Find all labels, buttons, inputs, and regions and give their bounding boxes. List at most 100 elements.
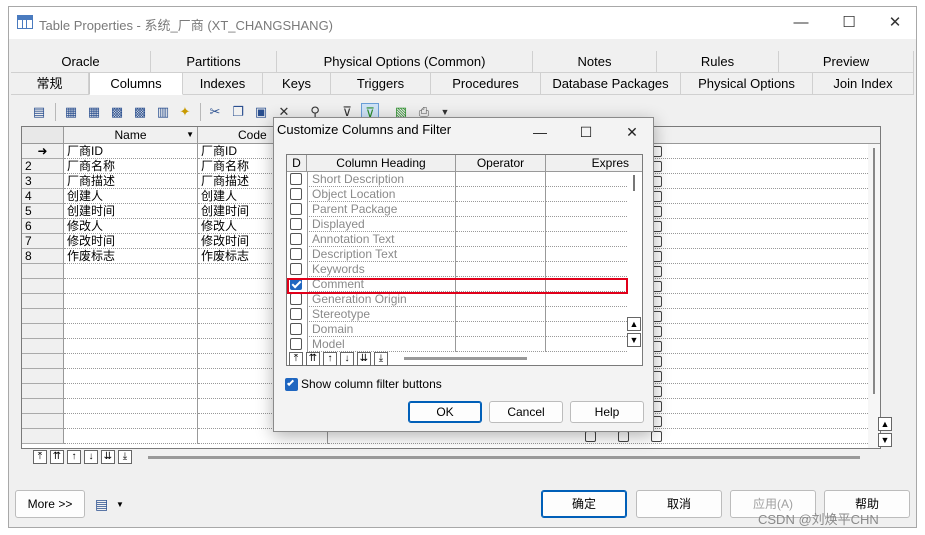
more-button[interactable]: More >> <box>15 490 85 518</box>
cell-name[interactable] <box>64 369 198 384</box>
maximize-button[interactable]: ☐ <box>829 11 869 35</box>
filter-row[interactable]: Stereotype <box>287 307 627 322</box>
dialog-scroll-down-button[interactable]: ▼ <box>627 333 641 347</box>
filter-row[interactable]: Object Location <box>287 187 627 202</box>
close-button[interactable]: ✕ <box>875 11 915 35</box>
expression-cell[interactable] <box>546 337 627 352</box>
add-row-icon[interactable]: ▦ <box>85 103 103 121</box>
operator-cell[interactable] <box>456 337 546 352</box>
cell-name[interactable]: 创建人 <box>64 189 198 204</box>
dialog-move-page-down-button[interactable]: ⇊ <box>357 352 371 366</box>
tab-keys[interactable]: Keys <box>263 73 331 95</box>
tab-join-index[interactable]: Join Index <box>813 73 914 95</box>
replace-icon[interactable]: ▩ <box>131 103 149 121</box>
move-down-button[interactable]: ↓ <box>84 450 98 464</box>
header-column-heading[interactable]: Column Heading <box>307 155 456 172</box>
row-number[interactable] <box>22 309 64 324</box>
row-number[interactable]: 5 <box>22 204 64 219</box>
row-number[interactable] <box>22 279 64 294</box>
dialog-scroll-thumb[interactable] <box>633 175 635 191</box>
minimize-button[interactable]: — <box>781 11 821 35</box>
row-number[interactable] <box>22 384 64 399</box>
display-checkbox[interactable] <box>290 173 302 185</box>
add-attributes-icon[interactable]: ▩ <box>108 103 126 121</box>
operator-cell[interactable] <box>456 322 546 337</box>
row-number[interactable] <box>22 399 64 414</box>
expression-cell[interactable] <box>546 307 627 322</box>
dialog-move-bottom-button[interactable]: ⤓ <box>374 352 388 366</box>
cell-name[interactable] <box>64 339 198 354</box>
header-operator[interactable]: Operator <box>456 155 546 172</box>
tab-database-packages[interactable]: Database Packages <box>541 73 681 95</box>
operator-cell[interactable] <box>456 187 546 202</box>
tab-triggers[interactable]: Triggers <box>331 73 431 95</box>
expression-cell[interactable] <box>546 172 627 187</box>
row-number[interactable] <box>22 414 64 429</box>
cell-name[interactable] <box>64 294 198 309</box>
tab-indexes[interactable]: Indexes <box>183 73 263 95</box>
operator-cell[interactable] <box>456 232 546 247</box>
move-bottom-button[interactable]: ⤓ <box>118 450 132 464</box>
new-object-icon[interactable]: ✦ <box>176 103 194 121</box>
row-number[interactable] <box>22 354 64 369</box>
cell-name[interactable] <box>64 429 198 444</box>
cell-name[interactable] <box>64 324 198 339</box>
tab-preview[interactable]: Preview <box>779 51 914 73</box>
move-up-button[interactable]: ↑ <box>67 450 81 464</box>
menu-chevron-icon[interactable]: ▼ <box>116 500 124 509</box>
operator-cell[interactable] <box>456 307 546 322</box>
row-checkbox[interactable] <box>585 431 596 442</box>
properties-icon[interactable]: ▤ <box>30 103 48 121</box>
cell-name[interactable]: 修改人 <box>64 219 198 234</box>
paste-icon[interactable]: ▣ <box>252 103 270 121</box>
menu-icon[interactable]: ▤ <box>95 496 108 513</box>
horizontal-scrollbar[interactable] <box>148 456 860 459</box>
filter-row[interactable]: Description Text <box>287 247 627 262</box>
filter-row[interactable]: Parent Package <box>287 202 627 217</box>
display-checkbox[interactable] <box>290 263 302 275</box>
cell-name[interactable] <box>64 264 198 279</box>
expression-cell[interactable] <box>546 262 627 277</box>
tab-general[interactable]: 常规 <box>11 73 89 95</box>
row-number[interactable]: 2 <box>22 159 64 174</box>
dialog-horizontal-scrollbar[interactable] <box>404 357 527 360</box>
dialog-scroll-up-button[interactable]: ▲ <box>627 317 641 331</box>
filter-row[interactable]: Model <box>287 337 627 352</box>
move-page-up-button[interactable]: ⇈ <box>50 450 64 464</box>
tab-rules[interactable]: Rules <box>657 51 779 73</box>
show-filter-checkbox[interactable] <box>285 378 298 391</box>
display-checkbox[interactable] <box>290 293 302 305</box>
scroll-down-button[interactable]: ▼ <box>878 433 892 447</box>
cell-name[interactable] <box>64 309 198 324</box>
filter-row[interactable]: Keywords <box>287 262 627 277</box>
grid-vertical-scrollbar[interactable] <box>868 144 880 448</box>
row-number[interactable] <box>22 294 64 309</box>
tab-oracle[interactable]: Oracle <box>11 51 151 73</box>
dialog-help-button[interactable]: Help <box>570 401 644 423</box>
row-number[interactable] <box>22 339 64 354</box>
cell-name[interactable]: 修改时间 <box>64 234 198 249</box>
cell-name[interactable]: 作废标志 <box>64 249 198 264</box>
column-header-name[interactable]: Name ▼ <box>64 127 198 144</box>
insert-row-icon[interactable]: ▦ <box>62 103 80 121</box>
ok-button[interactable]: 确定 <box>541 490 627 518</box>
dialog-cancel-button[interactable]: Cancel <box>489 401 563 423</box>
display-checkbox[interactable] <box>290 188 302 200</box>
dialog-move-down-button[interactable]: ↓ <box>340 352 354 366</box>
row-number[interactable] <box>22 324 64 339</box>
display-checkbox[interactable] <box>290 203 302 215</box>
row-checkbox[interactable] <box>651 431 662 442</box>
operator-cell[interactable] <box>456 172 546 187</box>
expression-cell[interactable] <box>546 187 627 202</box>
dialog-move-top-button[interactable]: ⤒ <box>289 352 303 366</box>
filter-row[interactable]: Short Description <box>287 172 627 187</box>
operator-cell[interactable] <box>456 202 546 217</box>
tab-physical-options-common[interactable]: Physical Options (Common) <box>277 51 533 73</box>
expression-cell[interactable] <box>546 232 627 247</box>
row-number[interactable]: 3 <box>22 174 64 189</box>
dialog-minimize-button[interactable]: — <box>517 120 563 144</box>
operator-cell[interactable] <box>456 217 546 232</box>
display-checkbox[interactable] <box>290 233 302 245</box>
cell-name[interactable]: 厂商描述 <box>64 174 198 189</box>
display-checkbox[interactable] <box>290 338 302 350</box>
